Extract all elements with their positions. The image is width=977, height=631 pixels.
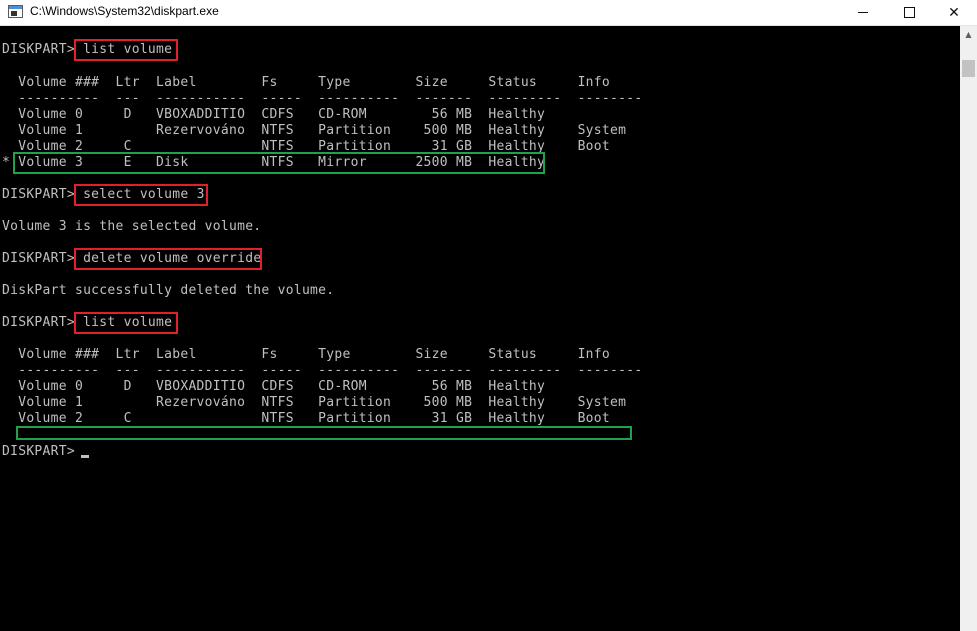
title-bar: C:\Windows\System32\diskpart.exe ✕ bbox=[0, 0, 977, 26]
scrollbar-thumb[interactable] bbox=[962, 60, 975, 77]
prompt: DISKPART> bbox=[2, 187, 84, 202]
maximize-icon bbox=[903, 7, 915, 18]
select-message: Volume 3 is the selected volume. bbox=[2, 219, 262, 234]
text-cursor bbox=[81, 455, 89, 458]
command-highlight-box bbox=[74, 184, 208, 206]
table-header: Volume ### Ltr Label Fs Type Size Status… bbox=[2, 75, 610, 90]
prompt: DISKPART> bbox=[2, 315, 84, 330]
table-row: Volume 1 Rezervováno NTFS Partition 500 … bbox=[2, 395, 627, 410]
prompt-line-final: DISKPART> bbox=[2, 444, 84, 459]
close-icon: ✕ bbox=[948, 4, 960, 21]
table-row: Volume 0 D VBOXADDITIO CDFS CD-ROM 56 MB… bbox=[2, 379, 546, 394]
minimize-icon bbox=[858, 12, 868, 13]
scroll-up-arrow-icon[interactable]: ▲ bbox=[960, 26, 977, 43]
command-highlight-box bbox=[74, 248, 262, 270]
prompt: DISKPART> bbox=[2, 251, 84, 266]
console-app-icon bbox=[8, 5, 23, 18]
table-row: Volume 1 Rezervováno NTFS Partition 500 … bbox=[2, 123, 627, 138]
prompt: DISKPART> bbox=[2, 42, 84, 57]
delete-message: DiskPart successfully deleted the volume… bbox=[2, 283, 335, 298]
table-separator: ---------- --- ----------- ----- -------… bbox=[2, 363, 643, 378]
table-header: Volume ### Ltr Label Fs Type Size Status… bbox=[2, 347, 610, 362]
window-title: C:\Windows\System32\diskpart.exe bbox=[30, 4, 219, 18]
close-button[interactable]: ✕ bbox=[931, 0, 977, 25]
table-separator: ---------- --- ----------- ----- -------… bbox=[2, 91, 643, 106]
table-row: Volume 2 C NTFS Partition 31 GB Healthy … bbox=[2, 411, 610, 426]
table-row: Volume 0 D VBOXADDITIO CDFS CD-ROM 56 MB… bbox=[2, 107, 546, 122]
command-highlight-box bbox=[74, 312, 178, 334]
selected-volume-highlight-box bbox=[13, 152, 545, 174]
deleted-volume-highlight-box bbox=[16, 426, 632, 440]
command-highlight-box bbox=[74, 39, 178, 61]
vertical-scrollbar[interactable]: ▲ bbox=[960, 26, 977, 631]
minimize-button[interactable] bbox=[840, 0, 886, 25]
maximize-button[interactable] bbox=[886, 0, 932, 25]
